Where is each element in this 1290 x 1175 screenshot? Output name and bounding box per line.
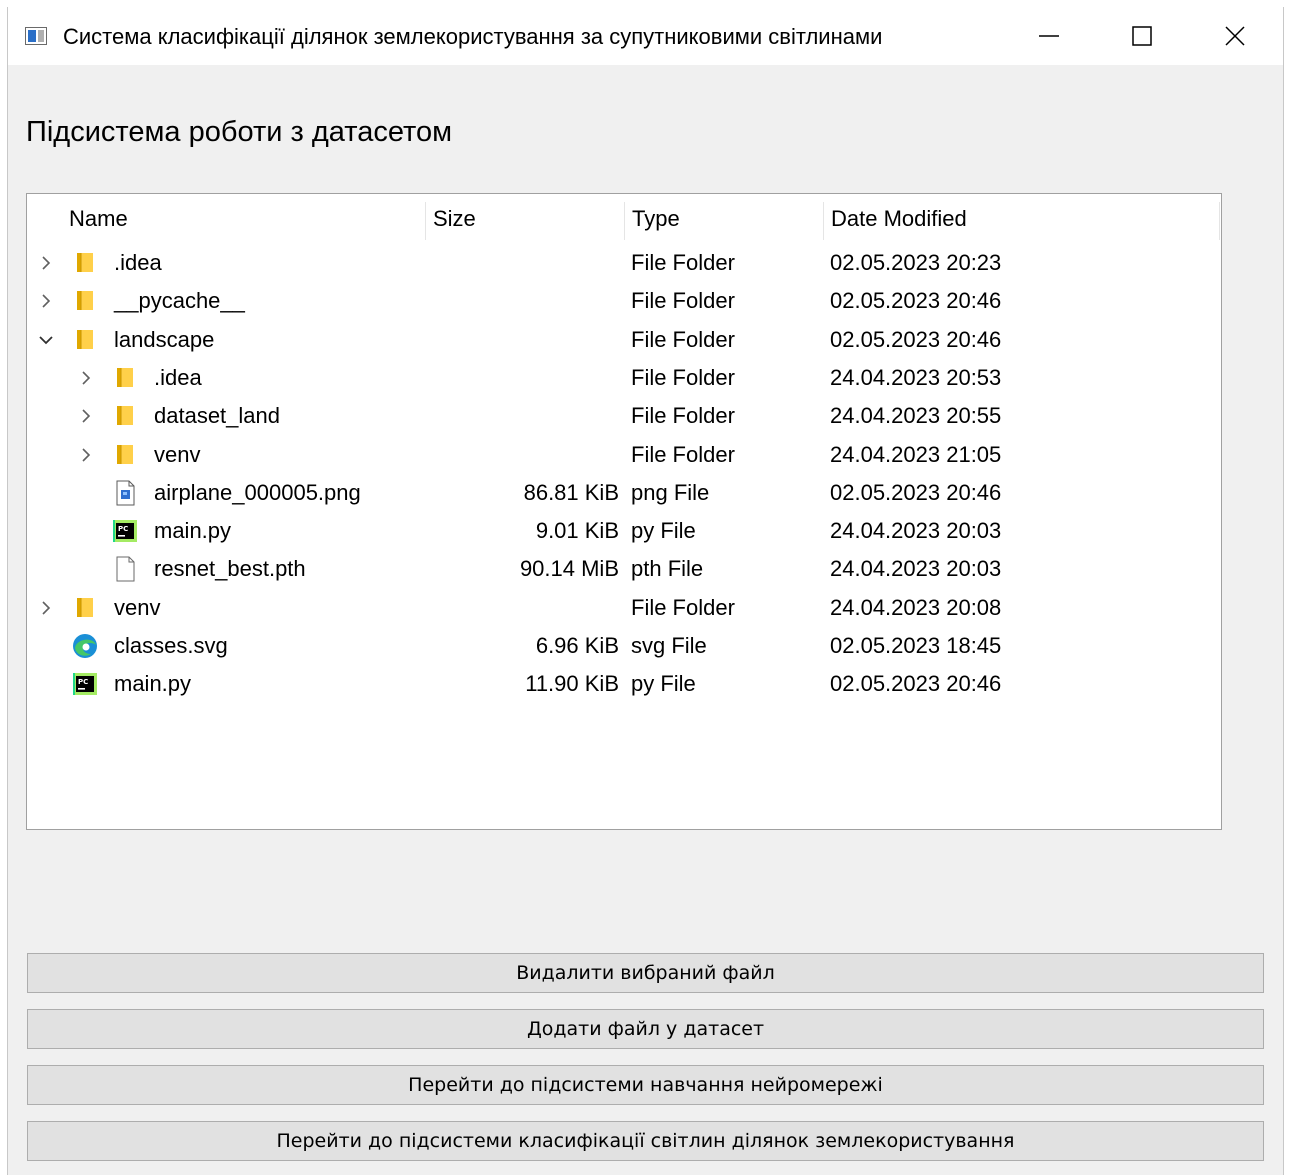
- file-date-modified: 24.04.2023 20:03: [830, 556, 1002, 582]
- tree-row[interactable]: dataset_land File Folder 24.04.2023 20:55: [27, 397, 1221, 435]
- folder-icon: [111, 365, 139, 391]
- pycharm-file-icon: PC: [71, 671, 99, 697]
- expand-arrow-right-icon[interactable]: [78, 408, 94, 424]
- file-date-modified: 02.05.2023 20:46: [830, 479, 1002, 505]
- tree-row[interactable]: venv File Folder 24.04.2023 20:08: [27, 589, 1221, 627]
- window-title: Система класифікації ділянок землекорист…: [63, 24, 883, 49]
- tree-row[interactable]: PC main.py 9.01 KiB py File 24.04.2023 20:03: [27, 512, 1221, 550]
- file-date-modified: 02.05.2023 20:46: [830, 671, 1002, 697]
- svg-text:PC: PC: [118, 525, 128, 533]
- minimize-button[interactable]: [1003, 7, 1095, 65]
- file-type: py File: [631, 518, 696, 544]
- tree-row[interactable]: __pycache__ File Folder 02.05.2023 20:46: [27, 282, 1221, 320]
- blank-file-icon: [111, 556, 139, 582]
- file-date-modified: 24.04.2023 21:05: [830, 441, 1002, 467]
- expand-arrow-right-icon[interactable]: [78, 370, 94, 386]
- column-header-name[interactable]: Name: [61, 194, 128, 244]
- tree-row[interactable]: classes.svg 6.96 KiB svg File 02.05.2023 18…: [27, 627, 1221, 665]
- file-name: main.py: [154, 518, 232, 544]
- page-title: Підсистема роботи з датасетом: [26, 116, 453, 148]
- folder-icon: [111, 442, 139, 468]
- file-type: File Folder: [631, 441, 735, 467]
- tree-row[interactable]: airplane_000005.png 86.81 KiB png File 02.0…: [27, 474, 1221, 512]
- tree-row[interactable]: PC main.py 11.90 KiB py File 02.05.2023 20:4…: [27, 665, 1221, 703]
- add-file-to-dataset-button[interactable]: Додати файл у датасет: [27, 1009, 1264, 1049]
- file-date-modified: 02.05.2023 18:45: [830, 633, 1002, 658]
- file-type: File Folder: [631, 364, 735, 390]
- maximize-icon: [1132, 26, 1152, 46]
- file-size: 6.96 KiB: [535, 633, 619, 658]
- column-header-type[interactable]: Type: [624, 194, 680, 244]
- close-icon: [1225, 26, 1245, 46]
- column-divider[interactable]: [1219, 202, 1220, 240]
- file-name: venv: [154, 441, 201, 467]
- file-date-modified: 24.04.2023 20:08: [830, 594, 1002, 620]
- column-header-date-modified[interactable]: Date Modified: [823, 194, 967, 244]
- image-file-icon: [111, 480, 139, 506]
- file-date-modified: 24.04.2023 20:53: [830, 364, 1002, 390]
- app-window-icon: [25, 27, 47, 45]
- file-name: classes.svg: [114, 633, 228, 658]
- file-size: 90.14 MiB: [519, 556, 619, 582]
- file-type: png File: [631, 479, 710, 505]
- edge-browser-icon: [71, 633, 99, 659]
- folder-icon: [71, 288, 99, 314]
- tree-row[interactable]: landscape File Folder 02.05.2023 20:46: [27, 321, 1221, 359]
- column-header-size[interactable]: Size: [425, 194, 476, 244]
- expand-arrow-right-icon[interactable]: [38, 600, 54, 616]
- file-date-modified: 02.05.2023 20:46: [830, 326, 1002, 352]
- expand-arrow-right-icon[interactable]: [38, 293, 54, 309]
- file-name: airplane_000005.png: [154, 479, 361, 505]
- maximize-button[interactable]: [1096, 7, 1188, 65]
- goto-classification-subsystem-button[interactable]: Перейти до підсистеми класифікації світл…: [27, 1121, 1264, 1161]
- tree-header: Name Size Type Date Modified: [27, 194, 1221, 244]
- file-date-modified: 02.05.2023 20:23: [830, 250, 1002, 275]
- title-bar[interactable]: Система класифікації ділянок землекорист…: [8, 7, 1283, 65]
- file-size: 86.81 KiB: [523, 479, 619, 505]
- folder-icon: [71, 595, 99, 621]
- tree-row[interactable]: resnet_best.pth 90.14 MiB pth File 24.04.20…: [27, 550, 1221, 588]
- file-name: .idea: [114, 250, 162, 275]
- tree-row[interactable]: venv File Folder 24.04.2023 21:05: [27, 436, 1221, 474]
- file-date-modified: 24.04.2023 20:03: [830, 518, 1002, 544]
- close-button[interactable]: [1189, 7, 1281, 65]
- folder-icon: [71, 250, 99, 276]
- tree-row[interactable]: .idea File Folder 24.04.2023 20:53: [27, 359, 1221, 397]
- file-date-modified: 24.04.2023 20:55: [830, 403, 1002, 429]
- file-tree-view[interactable]: Name Size Type Date Modified .idea File F…: [26, 193, 1222, 830]
- file-type: py File: [631, 671, 696, 697]
- folder-icon: [71, 327, 99, 353]
- file-name: main.py: [114, 671, 192, 697]
- file-name: .idea: [154, 364, 202, 390]
- goto-training-subsystem-button[interactable]: Перейти до підсистеми навчання нейромере…: [27, 1065, 1264, 1105]
- file-name: resnet_best.pth: [154, 556, 306, 582]
- folder-icon: [111, 403, 139, 429]
- delete-selected-file-button[interactable]: Видалити вибраний файл: [27, 953, 1264, 993]
- file-name: dataset_land: [154, 403, 280, 429]
- file-type: File Folder: [631, 594, 735, 620]
- minimize-icon: [1039, 35, 1059, 37]
- file-type: svg File: [631, 633, 707, 658]
- file-name: venv: [114, 594, 161, 620]
- file-name: __pycache__: [114, 288, 245, 314]
- file-size: 11.90 KiB: [525, 671, 619, 697]
- expand-arrow-right-icon[interactable]: [78, 447, 94, 463]
- file-type: File Folder: [631, 403, 735, 429]
- expand-arrow-down-icon[interactable]: [38, 332, 54, 348]
- file-type: pth File: [631, 556, 704, 582]
- pycharm-file-icon: PC: [111, 518, 139, 544]
- file-name: landscape: [114, 326, 215, 352]
- file-type: File Folder: [631, 288, 735, 314]
- file-type: File Folder: [631, 250, 735, 275]
- svg-text:PC: PC: [78, 678, 88, 686]
- app-window: Система класифікації ділянок землекорист…: [7, 7, 1284, 1175]
- expand-arrow-right-icon[interactable]: [38, 255, 54, 271]
- tree-row[interactable]: .idea File Folder 02.05.2023 20:23: [27, 244, 1221, 282]
- file-size: 9.01 KiB: [535, 518, 619, 544]
- file-date-modified: 02.05.2023 20:46: [830, 288, 1002, 314]
- file-type: File Folder: [631, 326, 735, 352]
